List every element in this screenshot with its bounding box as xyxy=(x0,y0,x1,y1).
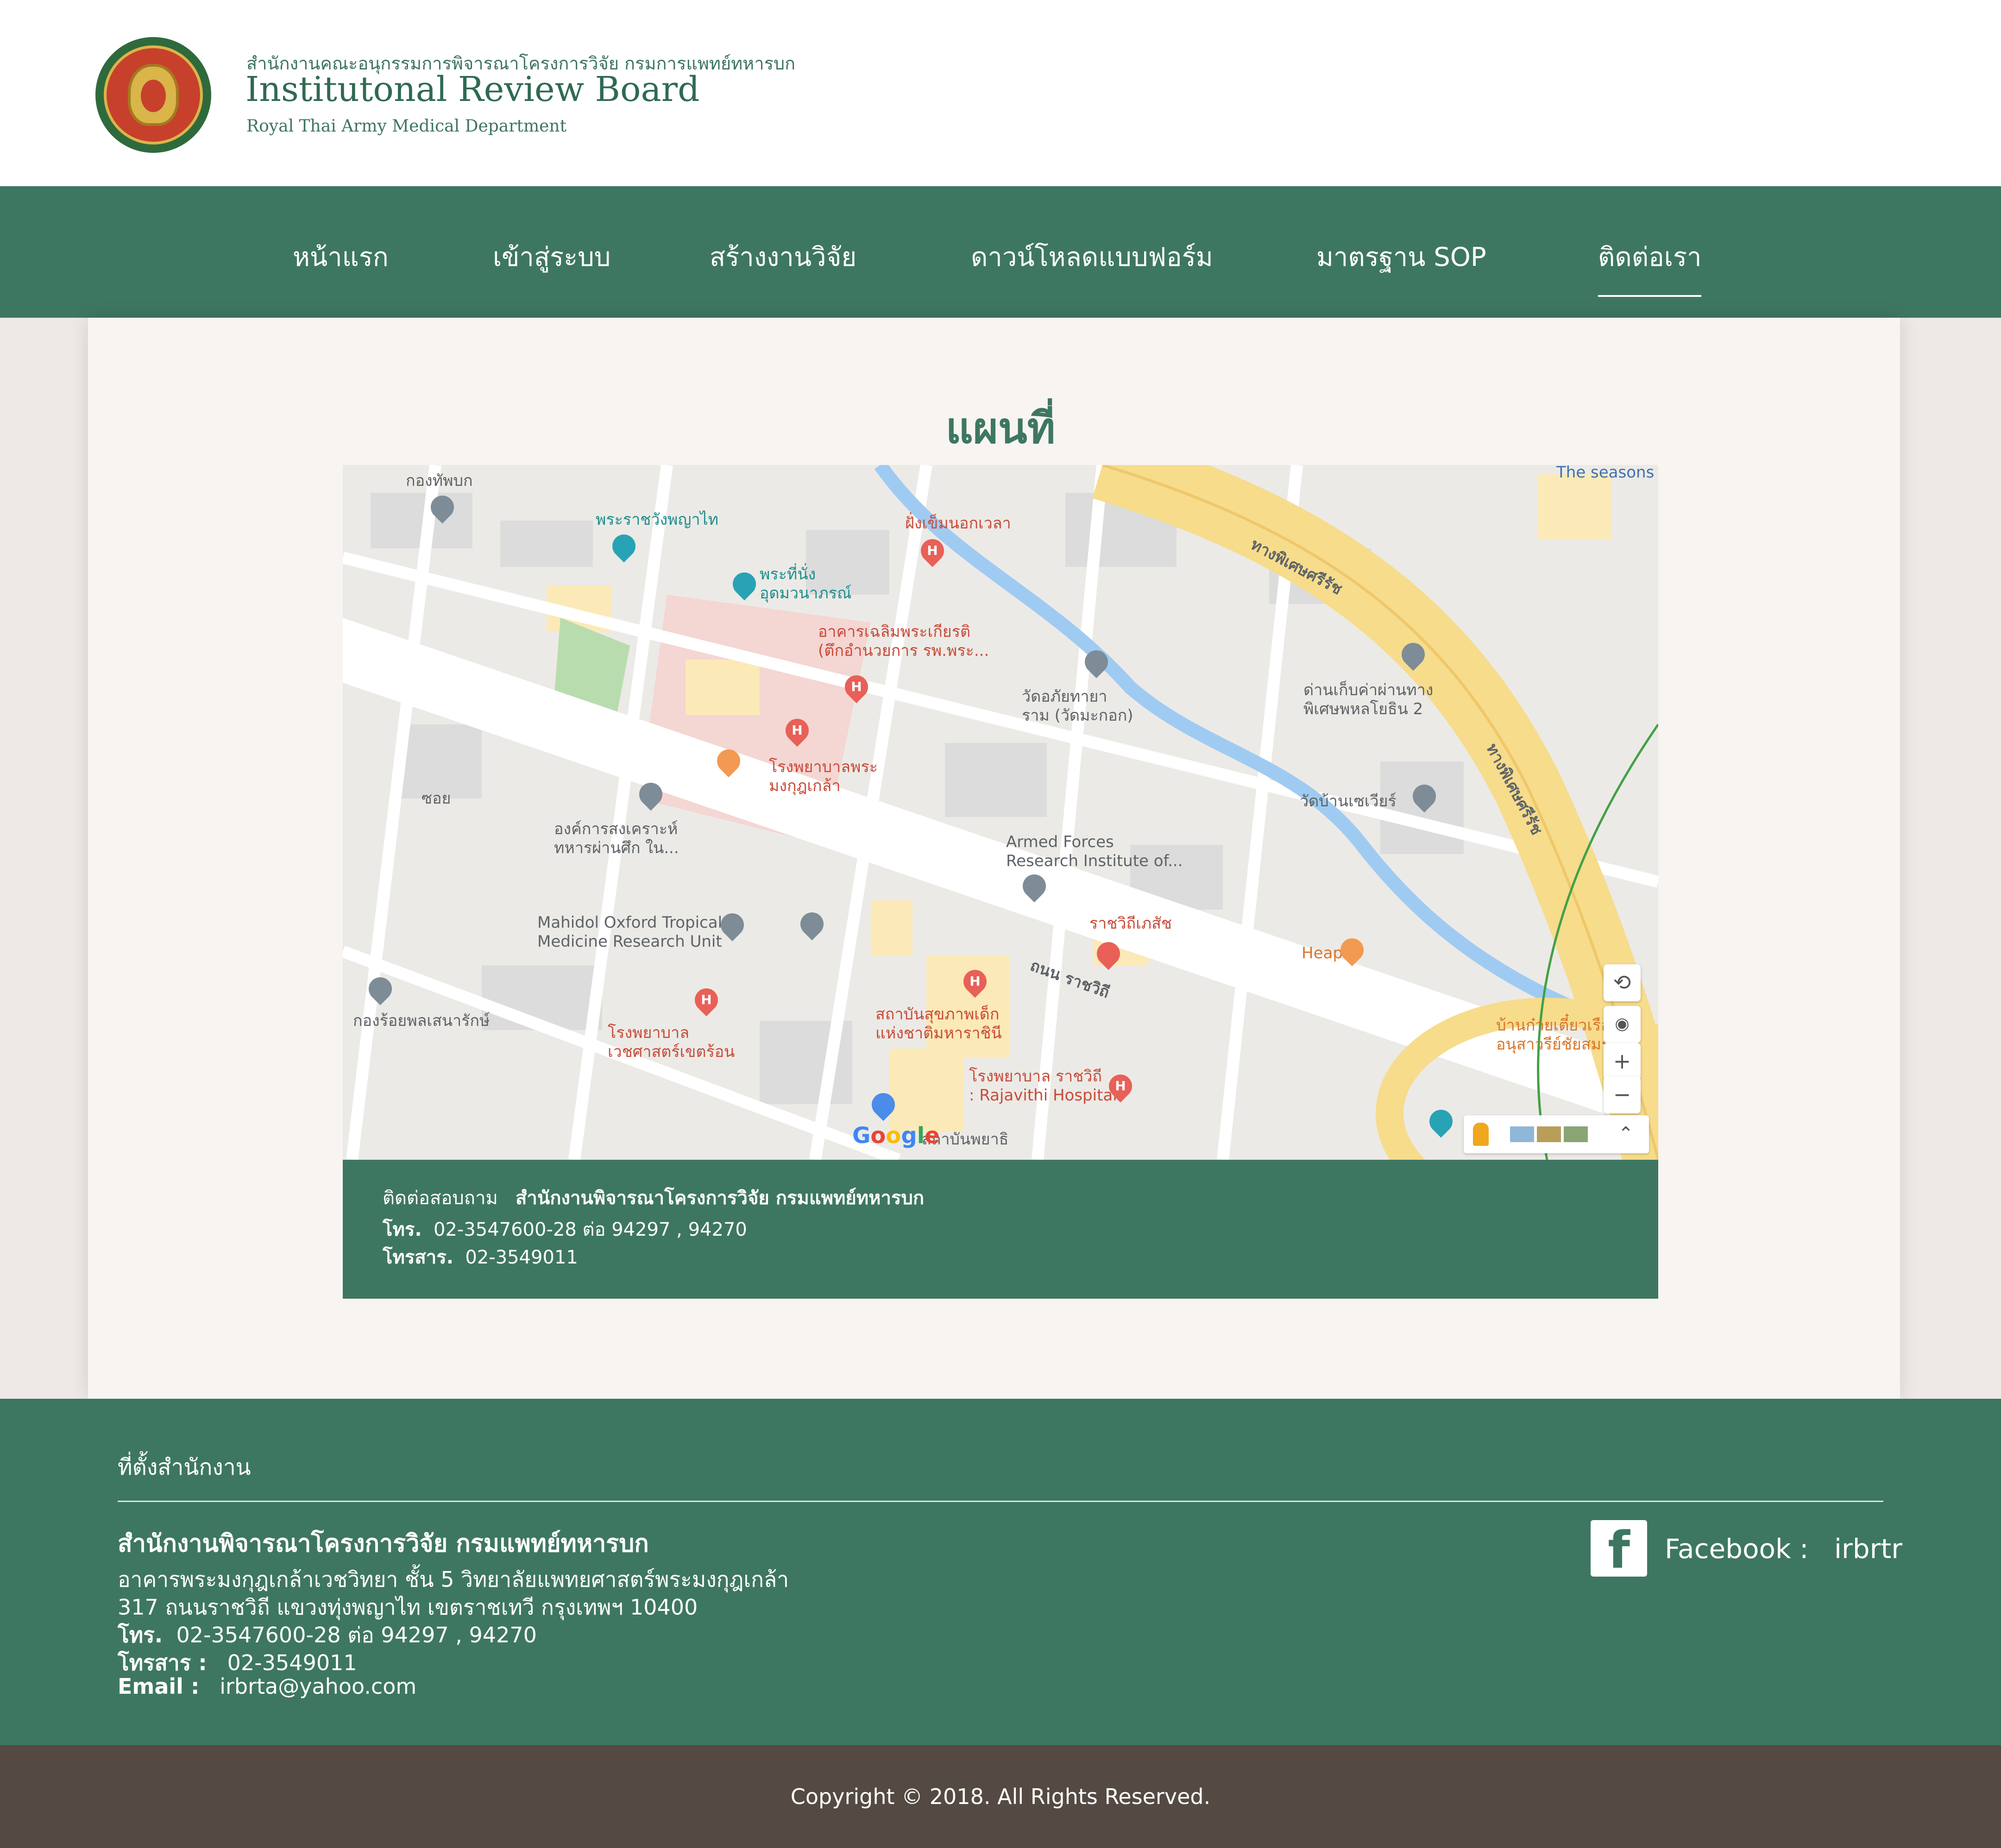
map-label-child-health-institute: สถาบันสุขภาพเด็ก แห่งชาติมหาราชินี xyxy=(875,1005,1002,1043)
pegman-icon[interactable] xyxy=(1473,1123,1489,1146)
map-locate-icon[interactable]: ◉ xyxy=(1604,1006,1641,1043)
nav-sop[interactable]: มาตรฐาน SOP xyxy=(1316,236,1486,277)
footer-org-name: สำนักงานพิจารณาโครงการวิจัย กรมแพทย์ทหาร… xyxy=(118,1530,649,1558)
org-subtitle: Royal Thai Army Medical Department xyxy=(246,117,567,136)
map-label-wat-xavier: วัดบ้านเซเวียร์ xyxy=(1300,792,1397,811)
map-label-armed-forces-institute: Armed Forces Research Institute of... xyxy=(1006,833,1183,870)
map-label-udom-hall: พระที่นั่ง อุดมวนาภรณ์ xyxy=(760,565,852,603)
footer-fax-label: โทรสาร : xyxy=(118,1650,207,1675)
map-pin-tropical-hospital[interactable]: H xyxy=(690,983,723,1017)
contact-fax: 02-3549011 xyxy=(465,1247,578,1268)
map-label-chalerm-building: อาคารเฉลิมพระเกียรติ (ตึกอำนวยการ รพ.พระ.… xyxy=(818,622,989,660)
org-title[interactable]: Institutonal Review Board xyxy=(245,69,699,109)
map-bottom-bar: ⌃ xyxy=(1464,1115,1649,1153)
map-layer-thumb-1[interactable] xyxy=(1510,1126,1534,1142)
nav-download-forms[interactable]: ดาวน์โหลดแบบฟอร์ม xyxy=(971,236,1213,277)
footer-email-label: Email : xyxy=(118,1674,200,1699)
footer-fax: 02-3549011 xyxy=(227,1650,357,1675)
contact-row-fax: โทรสาร. 02-3549011 xyxy=(383,1242,578,1272)
map-label-tropical-hospital: โรงพยาบาล เวชศาสตร์เขตร้อน xyxy=(608,1024,735,1061)
contact-fax-label: โทรสาร. xyxy=(383,1247,453,1268)
site-header: สำนักงานคณะอนุกรรมการพิจารณาโครงการวิจัย… xyxy=(0,0,2001,186)
map-pin-chalerm-building[interactable]: H xyxy=(840,670,873,704)
chevron-up-icon[interactable]: ⌃ xyxy=(1612,1120,1640,1148)
map-label-heap: Heap xyxy=(1302,944,1343,962)
map-label-army: กองทัพบก xyxy=(406,471,473,490)
map-zoom-out-button[interactable]: − xyxy=(1604,1076,1641,1113)
footer-divider xyxy=(118,1501,1883,1502)
map-layer-thumb-2[interactable] xyxy=(1537,1126,1561,1142)
nav-contact[interactable]: ติดต่อเรา xyxy=(1598,236,1702,297)
facebook-link[interactable]: Facebook : irbrtr xyxy=(1665,1533,1902,1565)
map-label-soi: ซอย xyxy=(422,789,451,808)
page-title: แผนที่ xyxy=(945,403,1056,453)
map-pin-phramongkut[interactable]: H xyxy=(780,714,814,747)
map-label-mahidol-oxford: Mahidol Oxford Tropical Medicine Research… xyxy=(537,913,723,951)
nav-login[interactable]: เข้าสู่ระบบ xyxy=(493,236,610,277)
map-label-phramongkut-hospital: โรงพยาบาลพระ มงกุฎเกล้า xyxy=(769,758,878,795)
google-map[interactable]: กองทัพบก พระราชวังพญาไท พระที่นั่ง อุดมวน… xyxy=(343,465,1658,1160)
nav-create-research[interactable]: สร้างงานวิจัย xyxy=(710,236,856,277)
logo-emblem-center xyxy=(141,80,166,112)
footer-tel-label: โทร. xyxy=(118,1622,163,1647)
map-canvas[interactable] xyxy=(343,465,1658,1160)
map-rotate-control-icon[interactable]: ⟲ xyxy=(1604,964,1641,1001)
map-pin-acupuncture[interactable]: H xyxy=(916,534,949,567)
footer-email-row: Email : irbrta@yahoo.com xyxy=(118,1674,416,1699)
facebook-label: Facebook : xyxy=(1665,1533,1809,1565)
map-label-rajavithi-hospital: โรงพยาบาล ราชวิถี: Rajavithi Hospital xyxy=(969,1067,1117,1105)
map-zoom-in-button[interactable]: + xyxy=(1604,1043,1641,1080)
army-medical-logo[interactable] xyxy=(95,37,211,153)
contact-label: ติดต่อสอบถาม xyxy=(383,1188,498,1209)
map-label-medical-company: กองร้อยพลเสนารักษ์ xyxy=(353,1012,490,1030)
contact-tel: 02-3547600-28 ต่อ 94297 , 94270 xyxy=(433,1219,747,1240)
copyright-bar: Copyright © 2018. All Rights Reserved. xyxy=(0,1745,2001,1848)
map-layer-thumb-3[interactable] xyxy=(1564,1126,1588,1142)
footer-location-title: ที่ตั้งสำนักงาน xyxy=(118,1454,251,1480)
map-label-rajavithi-pharmacy: ราชวิถีเภสัช xyxy=(1089,914,1172,933)
google-logo: Google xyxy=(852,1123,940,1149)
footer-tel: 02-3547600-28 ต่อ 94297 , 94270 xyxy=(176,1622,537,1647)
facebook-value: irbrtr xyxy=(1834,1533,1903,1565)
contact-tel-label: โทร. xyxy=(383,1219,422,1240)
contact-row-org: ติดต่อสอบถาม สำนักงานพิจารณาโครงการวิจัย… xyxy=(383,1183,924,1213)
nav-home[interactable]: หน้าแรก xyxy=(293,236,389,277)
map-pin-rajavithi-hospital[interactable]: H xyxy=(1104,1069,1137,1103)
map-label-the-seasons: The seasons xyxy=(1556,465,1655,482)
contact-row-tel: โทร. 02-3547600-28 ต่อ 94297 , 94270 xyxy=(383,1214,747,1244)
contact-info-strip: ติดต่อสอบถาม สำนักงานพิจารณาโครงการวิจัย… xyxy=(343,1160,1658,1299)
map-label-veterans-org: องค์การสงเคราะห์ ทหารผ่านศึก ใน... xyxy=(554,820,679,857)
map-label-wat-aphai: วัดอภัยทายา ราม (วัดมะกอก) xyxy=(1022,687,1133,725)
contact-org: สำนักงานพิจารณาโครงการวิจัย กรมแพทย์ทหาร… xyxy=(515,1188,925,1209)
map-label-toll: ด่านเก็บค่าผ่านทาง พิเศษพหลโยธิน 2 xyxy=(1303,681,1434,718)
footer-email[interactable]: irbrta@yahoo.com xyxy=(220,1674,416,1699)
map-label-phayathai-palace: พระราชวังพญาไท xyxy=(596,510,719,529)
facebook-icon[interactable]: f xyxy=(1591,1520,1647,1580)
map-label-acupuncture: ฝั่งเข็มนอกเวลา xyxy=(905,514,1011,533)
map-pin-child-health[interactable]: H xyxy=(958,965,992,998)
